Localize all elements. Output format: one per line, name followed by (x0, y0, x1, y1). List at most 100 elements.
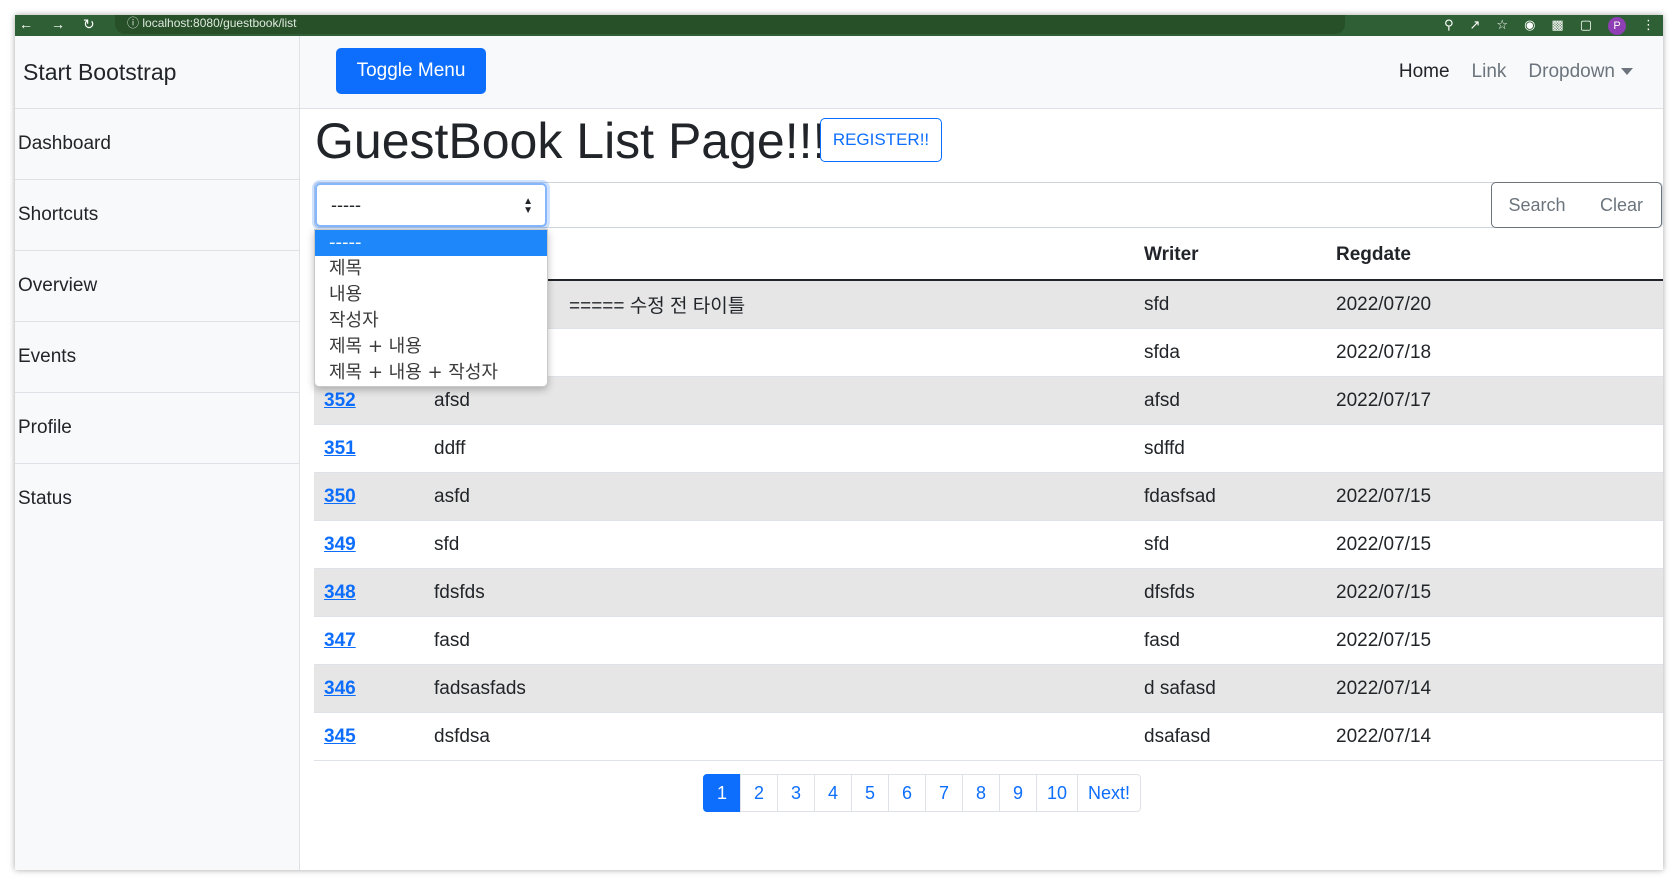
option-title-content-writer[interactable]: 제목 + 내용 + 작성자 (315, 360, 547, 386)
top-nav-links: Home Link Dropdown (1399, 36, 1633, 108)
sidebar-item-events[interactable]: Events (15, 322, 299, 393)
nav-link[interactable]: Link (1472, 61, 1507, 83)
toggle-menu-button[interactable]: Toggle Menu (336, 48, 486, 94)
page-link-3[interactable]: 3 (777, 774, 815, 812)
writer-cell: sfd (1134, 280, 1326, 329)
next-page-link[interactable]: Next! (1077, 774, 1142, 812)
zoom-icon[interactable]: ⚲ (1444, 17, 1454, 35)
page-link-2[interactable]: 2 (740, 774, 778, 812)
table-row: 348 fdsfds dfsfds 2022/07/15 (314, 568, 1663, 617)
sidebar-brand: Start Bootstrap (15, 36, 299, 109)
caret-down-icon (1621, 68, 1633, 76)
search-keyword-input[interactable] (547, 183, 1492, 227)
sidepanel-icon[interactable]: ▢ (1580, 17, 1592, 35)
info-icon[interactable]: ⓘ (127, 16, 139, 30)
table-row: 347 fasd fasd 2022/07/15 (314, 616, 1663, 665)
title-cell: fadsasfads (424, 664, 1134, 713)
regdate-cell: 2022/07/15 (1326, 616, 1663, 665)
app-window: ← → ↻ ⓘ localhost:8080/guestbook/list ⚲ … (15, 15, 1663, 870)
title-cell: sfd (424, 520, 1134, 569)
regdate-cell: 2022/07/14 (1326, 664, 1663, 713)
forward-icon[interactable]: → (51, 16, 65, 33)
gno-cell: 347 (314, 616, 424, 665)
address-text: localhost:8080/guestbook/list (142, 16, 297, 30)
writer-cell: sdffd (1134, 424, 1326, 473)
nav-dropdown-label: Dropdown (1528, 61, 1615, 82)
regdate-cell: 2022/07/20 (1326, 280, 1663, 329)
writer-cell: dfsfds (1134, 568, 1326, 617)
regdate-cell: 2022/07/17 (1326, 376, 1663, 425)
writer-cell: fdasfsad (1134, 472, 1326, 521)
gno-cell: 348 (314, 568, 424, 617)
profile-avatar[interactable]: P (1608, 17, 1626, 35)
sidebar-item-shortcuts[interactable]: Shortcuts (15, 180, 299, 251)
writer-cell: sfda (1134, 328, 1326, 377)
puzzle-icon[interactable]: ▩ (1551, 17, 1563, 35)
clear-button[interactable]: Clear (1582, 182, 1662, 228)
extension-icon[interactable]: ◉ (1524, 17, 1535, 35)
page-link-1[interactable]: 1 (703, 774, 741, 812)
page-link-10[interactable]: 10 (1036, 774, 1079, 812)
gno-link[interactable]: 352 (324, 390, 356, 411)
writer-cell: dsafasd (1134, 712, 1326, 761)
option-title[interactable]: 제목 (315, 256, 547, 282)
title-cell: ddff (424, 424, 1134, 473)
register-button[interactable]: REGISTER!! (820, 118, 942, 162)
writer-cell: fasd (1134, 616, 1326, 665)
page-link-4[interactable]: 4 (814, 774, 852, 812)
back-icon[interactable]: ← (19, 16, 33, 33)
gno-link[interactable]: 351 (324, 438, 356, 459)
page-link-9[interactable]: 9 (999, 774, 1037, 812)
table-row: 350 asfd fdasfsad 2022/07/15 (314, 472, 1663, 521)
gno-cell: 345 (314, 712, 424, 761)
option-writer[interactable]: 작성자 (315, 308, 547, 334)
browser-extensions: ⚲ ↗ ☆ ◉ ▩ ▢ P ⋮ (1444, 17, 1655, 35)
writer-cell: sfd (1134, 520, 1326, 569)
gno-cell: 349 (314, 520, 424, 569)
sidebar: Start Bootstrap Dashboard Shortcuts Over… (15, 36, 300, 870)
page-link-8[interactable]: 8 (962, 774, 1000, 812)
gno-link[interactable]: 347 (324, 630, 356, 651)
star-icon[interactable]: ☆ (1496, 17, 1508, 35)
search-button[interactable]: Search (1491, 182, 1583, 228)
option-none[interactable]: ----- (315, 230, 547, 256)
share-icon[interactable]: ↗ (1470, 17, 1481, 35)
top-navbar: Toggle Menu Home Link Dropdown (300, 36, 1663, 109)
gno-link[interactable]: 346 (324, 678, 356, 699)
browser-nav: ← → ↻ (19, 16, 95, 33)
sidebar-item-overview[interactable]: Overview (15, 251, 299, 322)
option-title-content[interactable]: 제목 + 내용 (315, 334, 547, 360)
title-cell: asfd (424, 472, 1134, 521)
title-cell: dsfdsa (424, 712, 1134, 761)
page-link-6[interactable]: 6 (888, 774, 926, 812)
reload-icon[interactable]: ↻ (83, 16, 95, 33)
gno-link[interactable]: 350 (324, 486, 356, 507)
gno-link[interactable]: 345 (324, 726, 356, 747)
gno-link[interactable]: 348 (324, 582, 356, 603)
regdate-cell: 2022/07/15 (1326, 472, 1663, 521)
sidebar-item-dashboard[interactable]: Dashboard (15, 109, 299, 180)
regdate-cell: 2022/07/14 (1326, 712, 1663, 761)
gno-link[interactable]: 349 (324, 534, 356, 555)
page-link-5[interactable]: 5 (851, 774, 889, 812)
page-link-7[interactable]: 7 (925, 774, 963, 812)
gno-cell: 351 (314, 424, 424, 473)
search-type-select[interactable]: ----- ▲ ▼ (315, 183, 547, 227)
sidebar-item-profile[interactable]: Profile (15, 393, 299, 464)
header-writer: Writer (1134, 231, 1326, 281)
search-type-options: ----- 제목 내용 작성자 제목 + 내용 제목 + 내용 + 작성자 (314, 229, 548, 387)
regdate-cell: 2022/07/15 (1326, 520, 1663, 569)
gno-cell: 346 (314, 664, 424, 713)
nav-dropdown[interactable]: Dropdown (1528, 61, 1633, 83)
table-row: 349 sfd sfd 2022/07/15 (314, 520, 1663, 569)
kebab-menu-icon[interactable]: ⋮ (1642, 17, 1655, 35)
title-cell: fasd (424, 616, 1134, 665)
regdate-cell (1326, 424, 1663, 473)
search-form: ----- ▲ ▼ Search Clear (314, 182, 1663, 228)
table-row: 346 fadsasfads d safasd 2022/07/14 (314, 664, 1663, 713)
option-content[interactable]: 내용 (315, 282, 547, 308)
address-bar[interactable]: ⓘ localhost:8080/guestbook/list (115, 15, 1345, 34)
sidebar-item-status[interactable]: Status (15, 464, 299, 534)
nav-home-link[interactable]: Home (1399, 61, 1450, 83)
title-cell: fdsfds (424, 568, 1134, 617)
